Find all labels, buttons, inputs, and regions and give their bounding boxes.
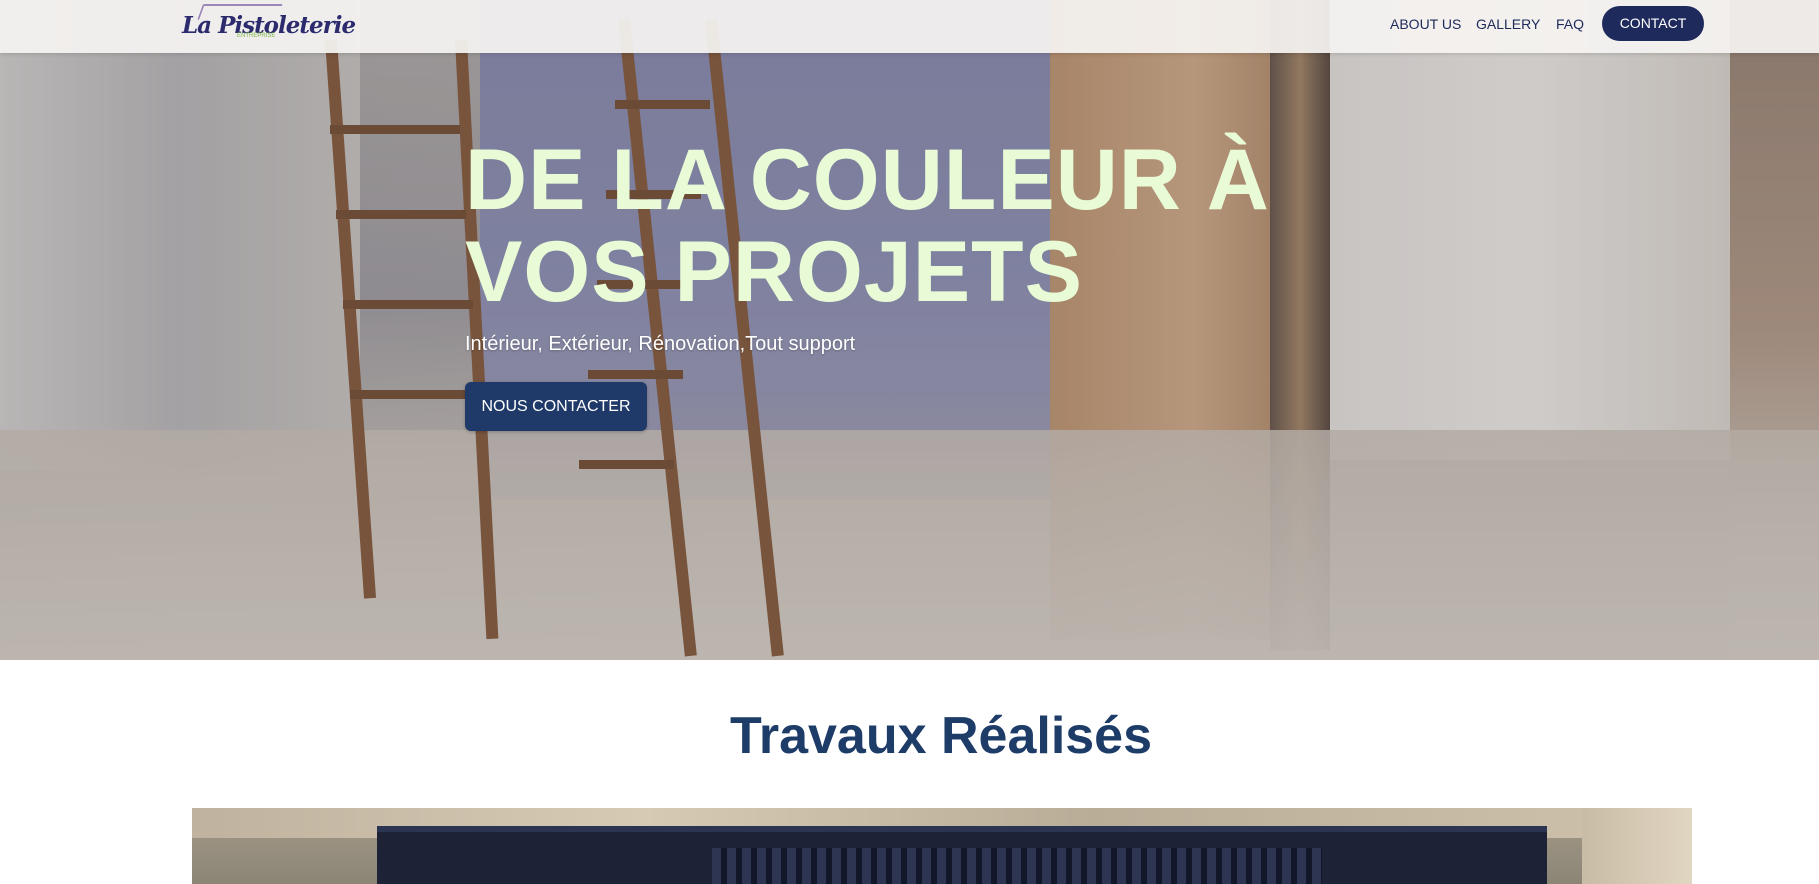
- gallery-image-stone: [1582, 808, 1692, 884]
- gallery-image[interactable]: [192, 808, 1692, 884]
- logo-subtext: ENTREPRISE: [237, 33, 276, 39]
- site-logo[interactable]: La Pistoleterie ENTREPRISE: [182, 2, 356, 44]
- contact-cta-button[interactable]: NOUS CONTACTER: [465, 382, 647, 431]
- hero-overlay: [0, 0, 1819, 660]
- nav-contact-button[interactable]: CONTACT: [1602, 6, 1704, 41]
- section-title: Travaux Réalisés: [729, 707, 1153, 765]
- hero-title: DE LA COULEUR À VOS PROJETS: [465, 132, 1270, 320]
- hero-subtitle: Intérieur, Extérieur, Rénovation,Tout su…: [465, 333, 856, 355]
- hero-banner: [0, 0, 1819, 660]
- nav-about-us[interactable]: ABOUT US: [1390, 16, 1461, 32]
- nav-faq[interactable]: FAQ: [1556, 16, 1584, 32]
- site-header: La Pistoleterie ENTREPRISE ABOUT US GALL…: [0, 0, 1819, 53]
- nav-gallery[interactable]: GALLERY: [1476, 16, 1540, 32]
- gallery-image-railing: [712, 848, 1322, 884]
